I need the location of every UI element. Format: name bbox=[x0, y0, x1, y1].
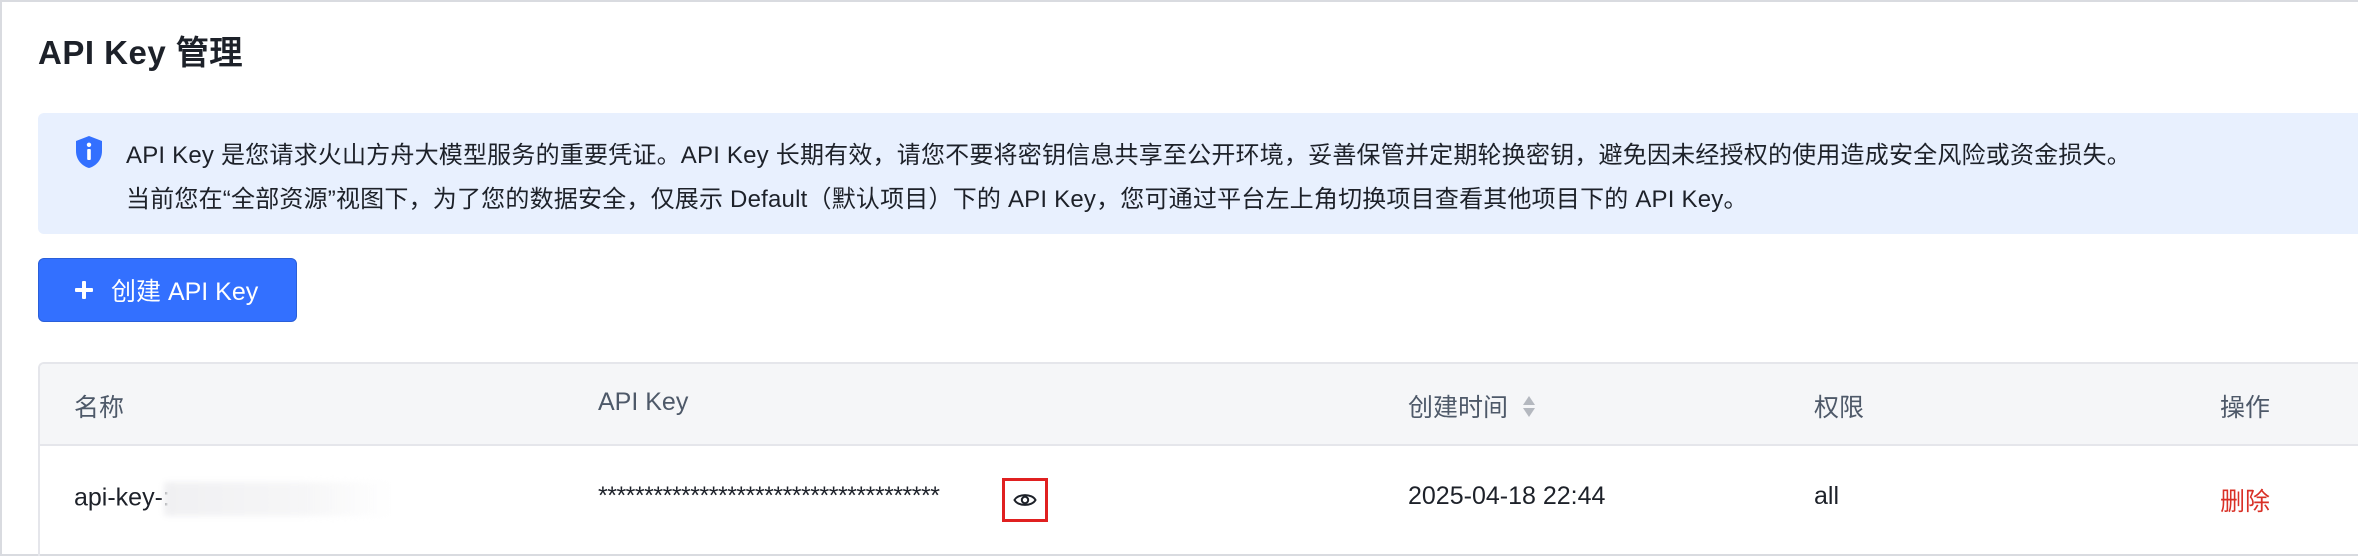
page-title: API Key 管理 bbox=[38, 34, 243, 71]
eye-icon bbox=[1013, 494, 1037, 506]
info-alert: API Key 是您请求火山方舟大模型服务的重要凭证。API Key 长期有效，… bbox=[38, 113, 2358, 234]
alert-text-line-1: API Key 是您请求火山方舟大模型服务的重要凭证。API Key 长期有效，… bbox=[126, 142, 2131, 169]
key-name-cell: api-key-: bbox=[74, 482, 394, 516]
column-header-created-time-label: 创建时间 bbox=[1408, 394, 1509, 422]
column-header-name: 名称 bbox=[74, 394, 125, 422]
api-key-masked-value: ************************************* bbox=[598, 482, 940, 510]
created-time-value: 2025-04-18 22:44 bbox=[1408, 482, 1606, 510]
plus-icon bbox=[75, 281, 93, 299]
column-header-action: 操作 bbox=[2220, 394, 2271, 422]
alert-text-line-2: 当前您在“全部资源”视图下，为了您的数据安全，仅展示 Default（默认项目）… bbox=[126, 186, 1748, 213]
column-header-created-time[interactable]: 创建时间 bbox=[1408, 388, 1536, 424]
key-name: api-key-: bbox=[74, 483, 170, 512]
column-header-api-key: API Key bbox=[598, 388, 689, 416]
column-header-permission: 权限 bbox=[1814, 394, 1865, 422]
view-api-key-button[interactable] bbox=[1002, 478, 1048, 522]
info-shield-icon bbox=[76, 136, 102, 168]
sort-icon[interactable] bbox=[1522, 394, 1536, 420]
create-api-key-button[interactable]: 创建 API Key bbox=[38, 258, 297, 322]
delete-link[interactable]: 删除 bbox=[2220, 482, 2270, 518]
create-api-key-label: 创建 API Key bbox=[111, 278, 259, 306]
api-key-table: 名称 API Key 创建时间 权限 操作 api-key-: ********… bbox=[38, 362, 2358, 556]
table-header: 名称 API Key 创建时间 权限 操作 bbox=[40, 364, 2358, 446]
permission-value: all bbox=[1814, 482, 1840, 510]
redacted-mask bbox=[163, 482, 394, 516]
